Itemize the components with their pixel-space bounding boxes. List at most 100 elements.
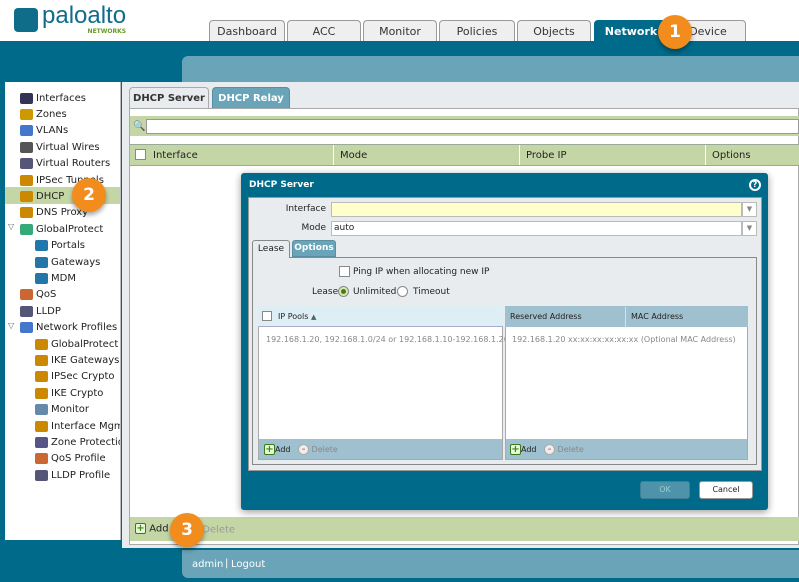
logout-link[interactable]: Logout [231,559,265,570]
sidebar-item-globalprotect-ipsec-crypto[interactable]: GlobalProtect IPSec Crypto [35,337,120,351]
ike-gateways-icon [35,354,48,366]
reserved-delete-button[interactable]: - Delete [544,444,584,455]
ip-pools-column[interactable]: IP Pools ▲ [278,312,316,321]
sidebar-item-virtual-routers[interactable]: Virtual Routers [20,157,110,171]
col-mac-address[interactable]: MAC Address [631,312,683,321]
sidebar-item-label: LLDP [36,305,61,317]
qos-profile-icon [35,453,48,465]
lease-timeout-radio[interactable] [397,286,408,297]
lease-unlimited-radio[interactable] [338,286,349,297]
footer-user: admin [192,559,224,570]
sidebar-item-lldp[interactable]: LLDP [20,304,61,318]
sidebar-item-ike-gateways[interactable]: IKE Gateways [35,353,119,367]
sidebar-item-ipsec-crypto[interactable]: IPSec Crypto [35,370,115,384]
col-divider [625,307,626,327]
sidebar-item-qos[interactable]: QoS [20,288,56,302]
col-mode[interactable]: Mode [340,150,367,161]
sidebar-item-monitor[interactable]: Monitor [35,403,89,417]
sidebar-item-label: LLDP Profile [51,469,111,481]
sidebar-item-ike-crypto[interactable]: IKE Crypto [35,386,103,400]
sidebar-item-label: Virtual Routers [36,158,111,170]
sidebar-item-label: Network Profiles [36,322,118,334]
tab-dhcp-relay[interactable]: DHCP Relay [212,87,290,108]
gateways-icon [35,256,48,268]
reserved-placeholder[interactable]: 192.168.1.20 xx:xx:xx:xx:xx:xx (Optional… [512,335,736,344]
sidebar-item-dhcp[interactable]: DHCP [20,189,64,203]
monitor-icon [35,404,48,416]
sidebar-item-gateways[interactable]: Gateways [35,255,100,269]
reserved-grid [505,306,748,460]
ike-crypto-icon [35,387,48,399]
lease-timeout-label: Timeout [413,287,450,297]
col-interface[interactable]: Interface [153,150,198,161]
interface-select[interactable] [331,202,742,217]
sidebar-item-zone-protection[interactable]: Zone Protection [35,435,120,449]
logo-icon [14,7,38,32]
ok-button[interactable]: OK [640,481,690,499]
sidebar-item-zones[interactable]: Zones [20,107,67,121]
ping-label: Ping IP when allocating new IP [353,267,490,277]
zones-icon [20,108,33,120]
select-all-checkbox[interactable] [135,149,146,160]
footer-sep: | [225,558,229,569]
sidebar-item-label: QoS [36,289,57,301]
reserved-add-button[interactable]: +Add [510,444,537,455]
sidebar-item-label: Zones [36,108,67,120]
delete-icon: - [298,444,309,455]
add-button[interactable]: + Add [135,523,169,535]
ip-pools-add-button[interactable]: +Add [264,444,291,455]
sidebar-item-label: IKE Gateways [51,354,120,366]
sidebar-item-interfaces[interactable]: Interfaces [20,91,86,105]
tab-options[interactable]: Options [292,240,336,257]
tab-acc[interactable]: ACC [287,20,361,42]
ip-pools-select-all[interactable] [262,311,272,321]
interface-label: Interface [285,204,326,214]
sidebar-item-virtual-wires[interactable]: Virtual Wires [20,140,100,154]
sidebar-item-network-profiles[interactable]: Network Profiles [20,321,117,335]
zone-protection-icon [35,436,48,448]
col-probe-ip[interactable]: Probe IP [526,150,567,161]
tab-objects[interactable]: Objects [517,20,591,42]
col-divider [519,145,520,165]
cancel-button[interactable]: Cancel [699,481,753,499]
lease-unlimited-label: Unlimited [353,287,397,297]
expand-toggle-icon[interactable]: ▽ [8,222,14,231]
sidebar-item-portals[interactable]: Portals [35,239,85,253]
ip-pools-delete-button[interactable]: - Delete [298,444,338,455]
help-icon[interactable]: ? [749,179,761,191]
sidebar-item-label: GlobalProtect IPSec Crypto [51,338,120,350]
ping-checkbox[interactable] [339,266,350,277]
tab-dashboard[interactable]: Dashboard [209,20,285,42]
ip-pools-placeholder[interactable]: 192.168.1.20, 192.168.1.0/24 or 192.168.… [266,335,509,344]
ipsec-crypto-icon [35,371,48,383]
qos-icon [20,289,33,301]
delete-icon: - [544,444,555,455]
sidebar-item-lldp-profile[interactable]: LLDP Profile [35,468,110,482]
tab-monitor[interactable]: Monitor [363,20,437,42]
add-icon: + [135,523,146,534]
sidebar-item-label: VLANs [36,125,69,137]
sidebar-item-mdm[interactable]: MDM [35,271,76,285]
callout-2: 2 [72,178,106,212]
col-reserved-address[interactable]: Reserved Address [510,312,582,321]
sidebar-item-globalprotect[interactable]: GlobalProtect [20,222,103,236]
mdm-icon [35,272,48,284]
sidebar-item-interface-mgmt[interactable]: Interface Mgmt [35,419,120,433]
col-divider [705,145,706,165]
mode-label: Mode [301,223,326,233]
chevron-down-icon[interactable]: ▼ [742,221,757,236]
mode-select[interactable]: auto [331,221,742,236]
search-input[interactable] [146,119,799,134]
tab-network[interactable]: Network [594,20,668,42]
col-options[interactable]: Options [712,150,751,161]
tab-policies[interactable]: Policies [439,20,515,42]
sidebar-item-qos-profile[interactable]: QoS Profile [35,452,106,466]
expand-toggle-icon[interactable]: ▽ [8,321,14,330]
sidebar-item-vlans[interactable]: VLANs [20,124,68,138]
chevron-down-icon[interactable]: ▼ [742,202,757,217]
lldp-icon [20,305,33,317]
sidebar-item-label: Portals [51,240,85,252]
tab-lease[interactable]: Lease [252,240,290,258]
tab-dhcp-server[interactable]: DHCP Server [129,87,209,108]
sidebar-item-label: DHCP [36,190,65,202]
